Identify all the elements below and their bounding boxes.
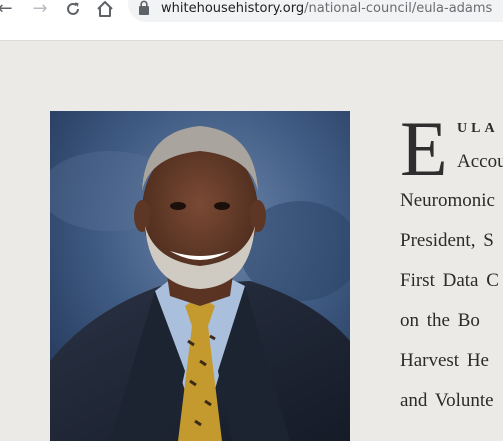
home-icon xyxy=(97,1,113,17)
reload-icon xyxy=(67,2,79,15)
bio-line: Neuromonic xyxy=(400,190,495,211)
bio-line: and Volunte xyxy=(400,390,494,411)
arrow-left-icon: ← xyxy=(0,0,13,19)
bio-line: Accou xyxy=(457,151,503,172)
browser-toolbar: ← → whitehousehistory.org/national-counc… xyxy=(0,0,503,41)
home-button[interactable] xyxy=(94,0,116,18)
back-button[interactable]: ← xyxy=(0,0,16,18)
bio-line: First Data C xyxy=(400,270,499,291)
profile-portrait xyxy=(50,111,350,441)
url-text[interactable]: whitehousehistory.org/national-council/e… xyxy=(161,0,492,18)
bio-line: Harvest He xyxy=(400,350,489,371)
url-path: /national-council/eula-adams xyxy=(304,1,493,16)
url-host: whitehousehistory.org xyxy=(161,1,305,16)
bio-line: President, S xyxy=(400,230,494,251)
bio-name: ULA xyxy=(457,121,499,136)
bio-line: on the Bo xyxy=(400,310,480,331)
arrow-right-icon: → xyxy=(32,0,48,19)
forward-button[interactable]: → xyxy=(29,0,51,18)
bio-dropcap: E xyxy=(400,105,448,192)
reload-button[interactable] xyxy=(62,0,84,18)
portrait-image xyxy=(50,111,350,441)
lock-icon[interactable] xyxy=(138,0,150,16)
